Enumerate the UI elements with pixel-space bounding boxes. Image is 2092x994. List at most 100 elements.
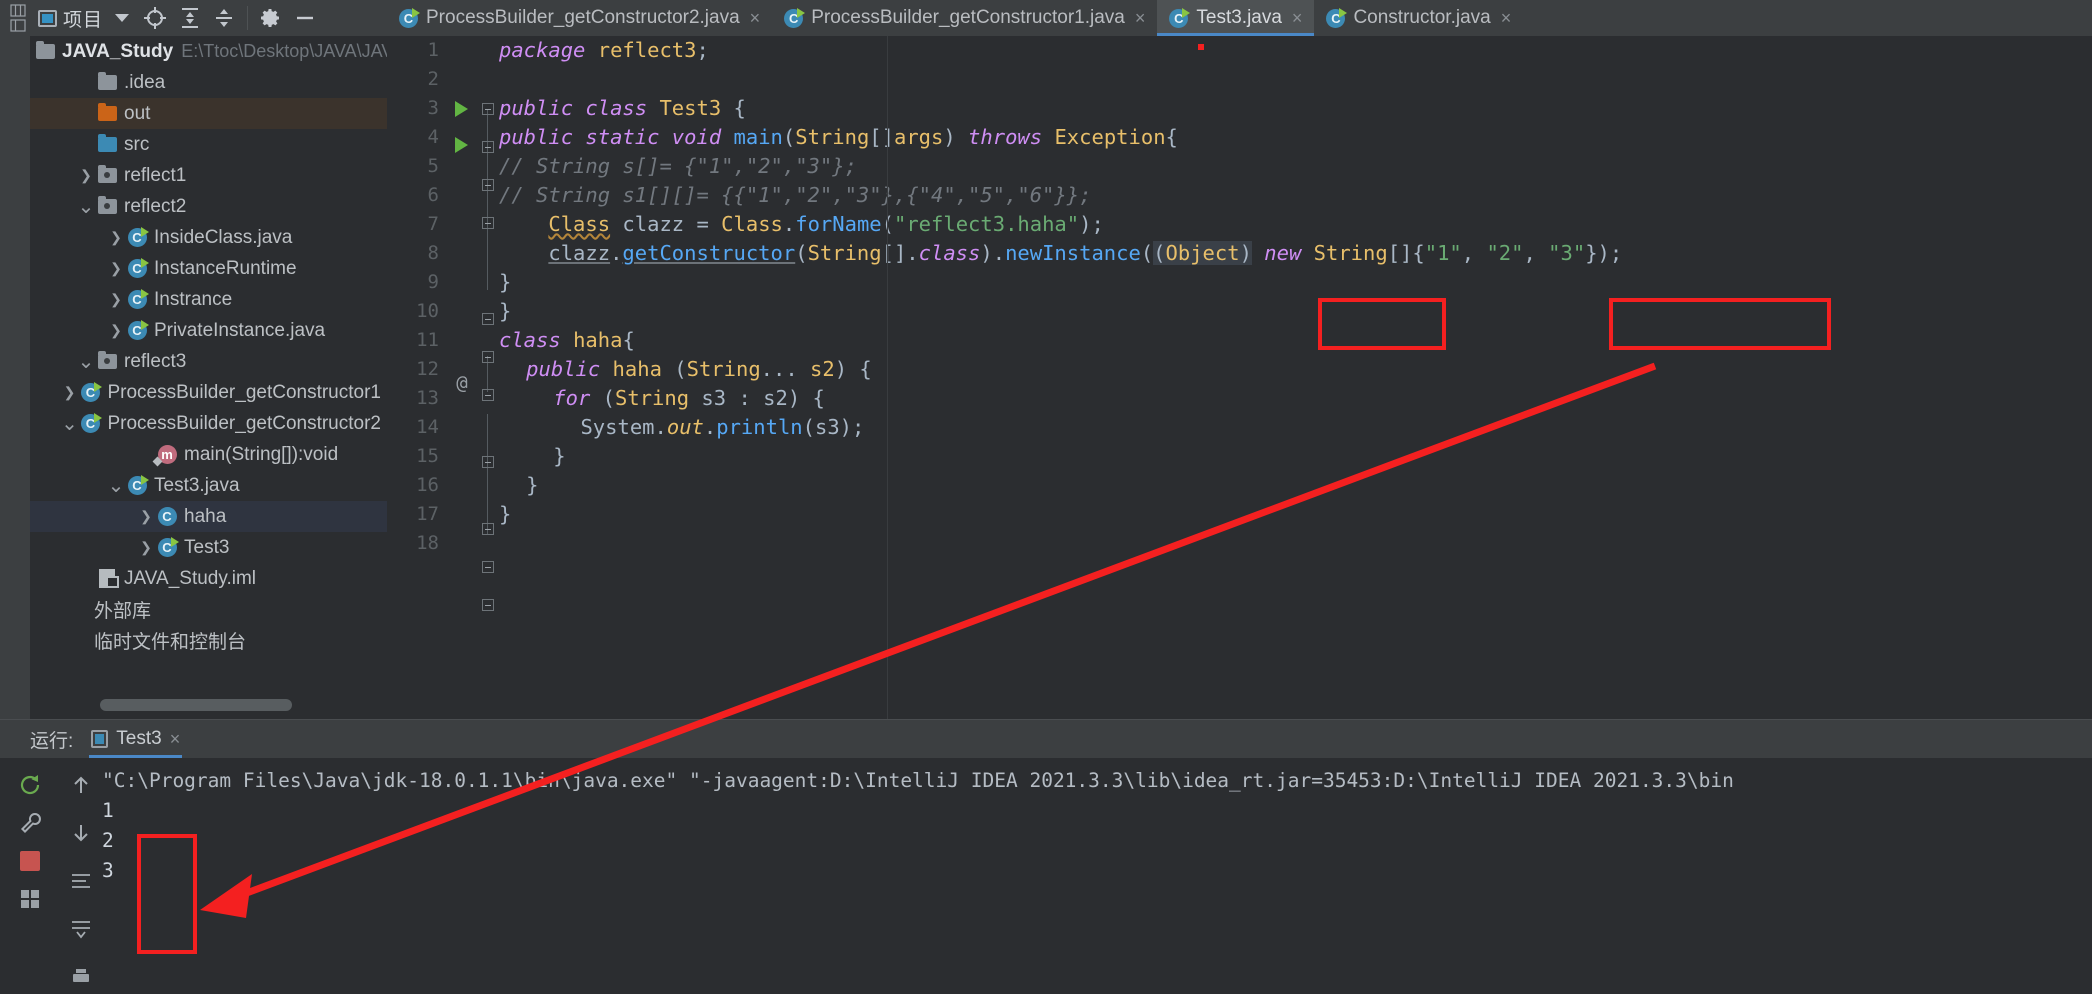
code-editor[interactable]: 1 2 3 4 5 6 7 8 9 10 11 12 13 14 15 16 17 18 @ bbox=[387, 36, 2092, 719]
rerun-button[interactable] bbox=[13, 768, 47, 802]
line-number-18: 18 bbox=[416, 532, 439, 554]
console-output[interactable]: "C:\Program Files\Java\jdk-18.0.1.1\bin\… bbox=[102, 758, 2092, 994]
expand-chevron-icon[interactable] bbox=[106, 229, 126, 246]
run-tab-close-icon[interactable]: × bbox=[170, 729, 181, 750]
source-folder-icon bbox=[96, 134, 118, 152]
code-line-6: // String s1[][]= {{"1","2","3"},{"4","5… bbox=[499, 183, 1092, 207]
console-output-line-2: 3 bbox=[102, 859, 114, 882]
hide-panel-button[interactable] bbox=[288, 2, 322, 34]
settings-wrench-button[interactable] bbox=[13, 806, 47, 840]
tree-row-12[interactable]: main(String[]):void bbox=[30, 439, 387, 470]
run-class-icon[interactable] bbox=[455, 101, 468, 117]
expand-chevron-icon[interactable] bbox=[136, 508, 156, 525]
tree-row-15[interactable]: Test3 bbox=[30, 532, 387, 563]
select-opened-file-button[interactable] bbox=[137, 2, 173, 34]
expand-chevron-icon[interactable] bbox=[106, 322, 126, 339]
fold-marker[interactable] bbox=[482, 599, 494, 611]
tree-row-8[interactable]: PrivateInstance.java bbox=[30, 315, 387, 346]
tree-row-16[interactable]: JAVA_Study.iml bbox=[30, 563, 387, 594]
editor-tab-3[interactable]: Constructor.java × bbox=[1314, 0, 1523, 36]
editor-tab-1[interactable]: ProcessBuilder_getConstructor1.java × bbox=[772, 0, 1157, 36]
tree-item-label: Test3 bbox=[184, 536, 230, 558]
java-class-icon bbox=[79, 382, 102, 402]
collapse-all-button[interactable] bbox=[207, 2, 241, 34]
tree-row-9[interactable]: reflect3 bbox=[30, 346, 387, 377]
settings-button[interactable] bbox=[254, 2, 288, 34]
editor-vertical-separator bbox=[887, 36, 888, 719]
expand-all-button[interactable] bbox=[173, 2, 207, 34]
tree-horizontal-scrollbar[interactable] bbox=[100, 699, 292, 711]
tab-label: ProcessBuilder_getConstructor1.java bbox=[811, 7, 1125, 28]
tab-close-icon[interactable]: × bbox=[1292, 8, 1303, 29]
tree-row-6[interactable]: InstanceRuntime bbox=[30, 253, 387, 284]
editor-tab-0[interactable]: ProcessBuilder_getConstructor2.java × bbox=[387, 0, 772, 36]
expand-chevron-icon[interactable] bbox=[76, 167, 96, 184]
java-class-icon bbox=[156, 537, 179, 557]
tree-row-project-root[interactable]: JAVA_Study E:\Ttoc\Desktop\JAVA\JAVA_S bbox=[30, 36, 387, 67]
fold-marker[interactable] bbox=[482, 456, 494, 468]
scroll-to-end-button[interactable] bbox=[64, 912, 98, 946]
code-folding-gutter[interactable] bbox=[477, 36, 499, 719]
tree-row-17[interactable]: 外部库 bbox=[30, 594, 387, 625]
tree-row-11[interactable]: ProcessBuilder_getConstructor2 bbox=[30, 408, 387, 439]
project-view-dropdown[interactable] bbox=[107, 2, 137, 34]
tree-row-13[interactable]: Test3.java bbox=[30, 470, 387, 501]
fold-marker[interactable] bbox=[482, 561, 494, 573]
tree-row-2[interactable]: src bbox=[30, 129, 387, 160]
folder-icon bbox=[34, 41, 56, 59]
fold-marker[interactable] bbox=[482, 389, 494, 401]
up-button[interactable] bbox=[64, 768, 98, 802]
fold-marker[interactable] bbox=[482, 217, 494, 229]
dump-threads-button[interactable] bbox=[13, 882, 47, 916]
collapse-chevron-icon[interactable] bbox=[76, 357, 96, 367]
soft-wrap-icon bbox=[72, 874, 90, 888]
print-button[interactable] bbox=[64, 960, 98, 994]
editor-tab-2[interactable]: Test3.java × bbox=[1157, 0, 1315, 36]
soft-wrap-button[interactable] bbox=[64, 864, 98, 898]
tree-row-4[interactable]: reflect2 bbox=[30, 191, 387, 222]
expand-chevron-icon[interactable] bbox=[59, 384, 79, 401]
tree-row-14[interactable]: haha bbox=[30, 501, 387, 532]
tree-row-0[interactable]: .idea bbox=[30, 67, 387, 98]
code-text-area[interactable]: package reflect3; public class Test3 { p… bbox=[499, 36, 2092, 719]
tree-row-5[interactable]: InsideClass.java bbox=[30, 222, 387, 253]
tab-close-icon[interactable]: × bbox=[1135, 8, 1146, 29]
fold-marker[interactable] bbox=[482, 103, 494, 115]
collapse-chevron-icon[interactable] bbox=[106, 481, 126, 491]
run-marker-gutter[interactable]: @ bbox=[447, 36, 477, 719]
run-panel-body: "C:\Program Files\Java\jdk-18.0.1.1\bin\… bbox=[0, 758, 2092, 994]
fold-marker[interactable] bbox=[482, 351, 494, 363]
collapse-all-icon bbox=[216, 9, 233, 27]
java-class-icon bbox=[126, 320, 149, 340]
down-button[interactable] bbox=[64, 816, 98, 850]
java-class-icon bbox=[156, 507, 178, 526]
tree-item-label: .idea bbox=[124, 71, 166, 93]
expand-chevron-icon[interactable] bbox=[106, 260, 126, 277]
stop-button[interactable] bbox=[13, 844, 47, 878]
run-method-icon[interactable] bbox=[455, 137, 468, 153]
tree-row-1[interactable]: out bbox=[30, 98, 387, 129]
java-class-icon bbox=[126, 227, 149, 247]
tab-close-icon[interactable]: × bbox=[750, 8, 761, 29]
fold-marker[interactable] bbox=[482, 313, 494, 325]
tree-row-18[interactable]: 临时文件和控制台 bbox=[30, 625, 387, 656]
tab-close-icon[interactable]: × bbox=[1501, 8, 1512, 29]
project-view-button[interactable]: 项目 bbox=[30, 2, 107, 34]
tree-row-7[interactable]: Instrance bbox=[30, 284, 387, 315]
expand-chevron-icon[interactable] bbox=[136, 539, 156, 556]
line-number-15: 15 bbox=[416, 445, 439, 467]
collapse-chevron-icon[interactable] bbox=[76, 202, 96, 212]
fold-marker[interactable] bbox=[482, 141, 494, 153]
run-configuration-tab[interactable]: Test3 × bbox=[83, 720, 188, 758]
fold-marker[interactable] bbox=[482, 523, 494, 535]
java-class-icon bbox=[126, 289, 149, 309]
collapse-chevron-icon[interactable] bbox=[59, 419, 79, 429]
folder-icon bbox=[96, 103, 118, 121]
tree-item-label: src bbox=[124, 133, 150, 155]
expand-chevron-icon[interactable] bbox=[106, 291, 126, 308]
project-tree-panel[interactable]: JAVA_Study E:\Ttoc\Desktop\JAVA\JAVA_S .… bbox=[30, 36, 387, 719]
project-label: 项目 bbox=[63, 9, 104, 31]
fold-marker[interactable] bbox=[482, 179, 494, 191]
tree-row-10[interactable]: ProcessBuilder_getConstructor1 bbox=[30, 377, 387, 408]
tree-row-3[interactable]: reflect1 bbox=[30, 160, 387, 191]
